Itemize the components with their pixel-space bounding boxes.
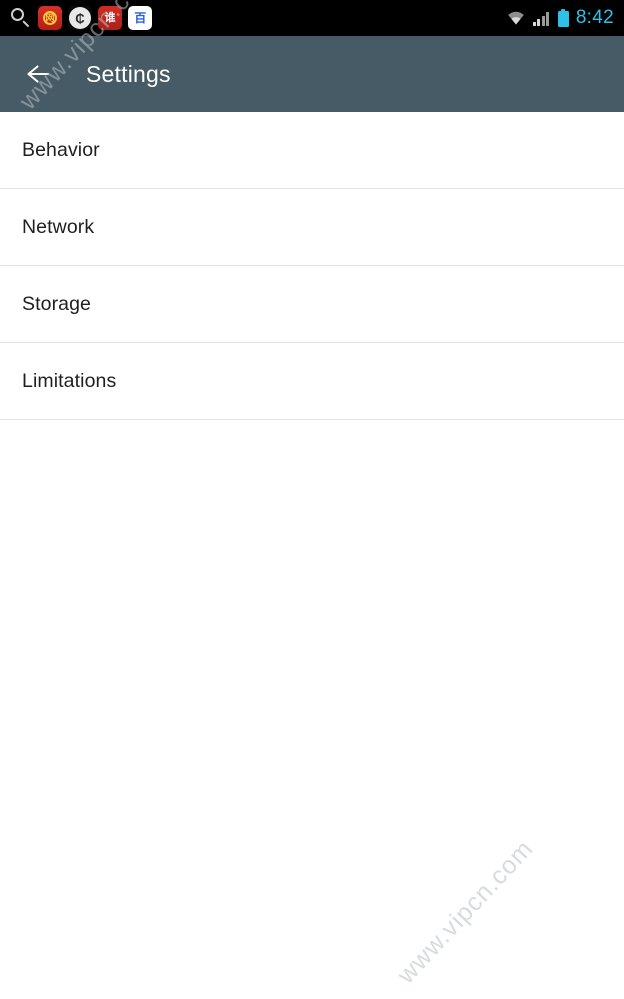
list-item-label: Network	[22, 215, 95, 238]
notification-icon-red-chat-glyph: 谁	[104, 11, 116, 24]
notification-icon-red-coin[interactable]: 网	[38, 6, 62, 30]
page-title: Settings	[86, 60, 171, 87]
list-item-limitations[interactable]: Limitations	[0, 343, 624, 419]
watermark-bottom: www.vipcn.com	[392, 834, 539, 990]
phone-screen: 网 ₵ 谁 百 8:42 Settings Behavior Network S…	[0, 0, 624, 999]
back-arrow-icon[interactable]	[22, 57, 56, 91]
wifi-icon	[506, 10, 526, 26]
list-divider	[0, 419, 624, 420]
status-bar: 网 ₵ 谁 百 8:42	[0, 0, 624, 36]
status-bar-notifications: 网 ₵ 谁 百	[10, 6, 152, 30]
list-item-network[interactable]: Network	[0, 189, 624, 265]
status-bar-clock: 8:42	[575, 7, 614, 28]
notification-icon-red-chat[interactable]: 谁	[98, 6, 122, 30]
notification-icon-white-circle-glyph: ₵	[69, 7, 91, 29]
notification-icon-white-circle[interactable]: ₵	[68, 6, 92, 30]
list-item-storage[interactable]: Storage	[0, 266, 624, 342]
notification-icon-baidu-glyph: 百	[134, 11, 146, 25]
cellular-signal-icon	[532, 11, 551, 26]
settings-list: Behavior Network Storage Limitations	[0, 112, 624, 420]
action-bar: Settings	[0, 36, 624, 112]
status-bar-system-icons: 8:42	[506, 7, 614, 29]
list-item-label: Storage	[22, 292, 91, 315]
notification-icon-red-coin-glyph: 网	[43, 11, 57, 25]
battery-icon	[557, 9, 569, 27]
search-icon[interactable]	[10, 7, 32, 29]
list-item-label: Behavior	[22, 138, 100, 161]
list-item-label: Limitations	[22, 369, 117, 392]
notification-icon-baidu[interactable]: 百	[128, 6, 152, 30]
list-item-behavior[interactable]: Behavior	[0, 112, 624, 188]
